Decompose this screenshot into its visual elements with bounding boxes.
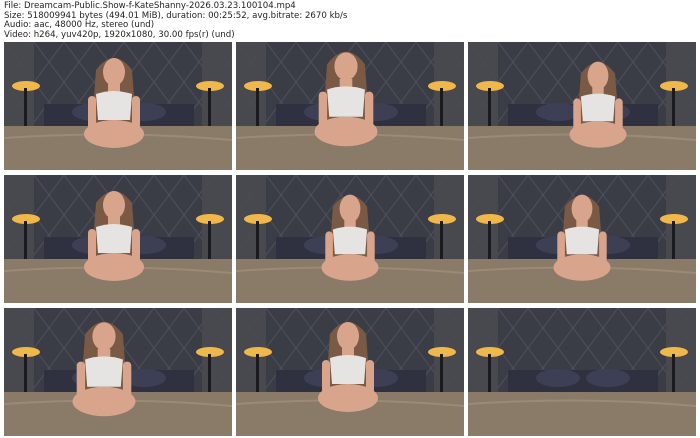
thumbnail-6 [468, 175, 696, 303]
thumbnail-grid [4, 42, 696, 436]
file-info-header: File: Dreamcam-Public.Show-f-KateShanny-… [4, 1, 347, 40]
thumbnail-9 [468, 308, 696, 436]
thumbnail-image [468, 175, 696, 303]
thumbnail-image [4, 175, 232, 303]
thumbnail-8 [236, 308, 464, 436]
thumbnail-image [468, 42, 696, 170]
thumbnail-image [4, 42, 232, 170]
thumbnail-image [236, 42, 464, 170]
thumbnail-image [236, 175, 464, 303]
thumbnail-image [236, 308, 464, 436]
thumbnail-1 [4, 42, 232, 170]
thumbnail-5 [236, 175, 464, 303]
thumbnail-2 [236, 42, 464, 170]
thumbnail-3 [468, 42, 696, 170]
video-line: Video: h264, yuv420p, 1920x1080, 30.00 f… [4, 29, 235, 40]
thumbnail-4 [4, 175, 232, 303]
thumbnail-7 [4, 308, 232, 436]
thumbnail-image [4, 308, 232, 436]
thumbnail-image [468, 308, 696, 436]
